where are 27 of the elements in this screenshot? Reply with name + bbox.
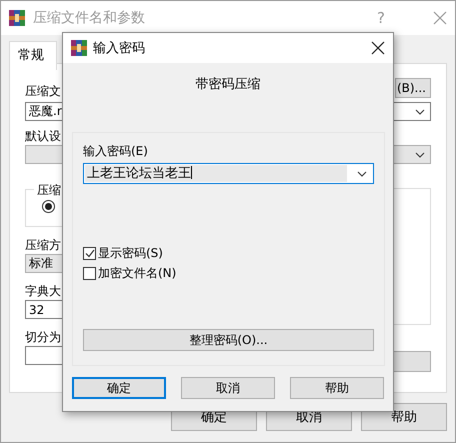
dialog-button[interactable]: 帮助 [290,377,384,399]
organize-passwords-button[interactable]: 整理密码(O)... [83,329,374,351]
dialog-heading: 带密码压缩 [194,77,262,93]
checkbox-label: 显示密码(S) [98,245,163,262]
books-icon [9,10,25,26]
browse-button[interactable]: (B)... [395,78,431,98]
checkbox-label: 加密文件名(N) [98,265,176,282]
dialog-button[interactable]: 取消 [181,377,275,399]
close-icon[interactable] [371,41,385,55]
dialog-button[interactable]: 确定 [72,377,166,399]
books-icon [71,40,87,56]
window-title: 压缩文件名和参数 [33,9,146,27]
tab[interactable]: 常规 [9,41,57,70]
field-label: 压缩方 [25,238,61,252]
chevron-down-icon[interactable] [357,170,367,176]
chevron-down-icon[interactable] [415,152,425,158]
field-label: 输入密码(E) [83,144,148,158]
radio-button[interactable] [42,200,55,213]
field-label: 切分为 [25,330,61,344]
field-label: 字典大 [25,284,61,298]
password-field[interactable]: 上老王论坛当老王 [83,163,374,184]
dialog-title: 输入密码 [93,40,146,57]
field-label: 默认设 [25,129,61,143]
field-label: 压缩文 [25,84,61,98]
chevron-down-icon[interactable] [415,108,425,114]
checkbox[interactable] [83,267,96,280]
checkbox[interactable] [83,247,96,260]
